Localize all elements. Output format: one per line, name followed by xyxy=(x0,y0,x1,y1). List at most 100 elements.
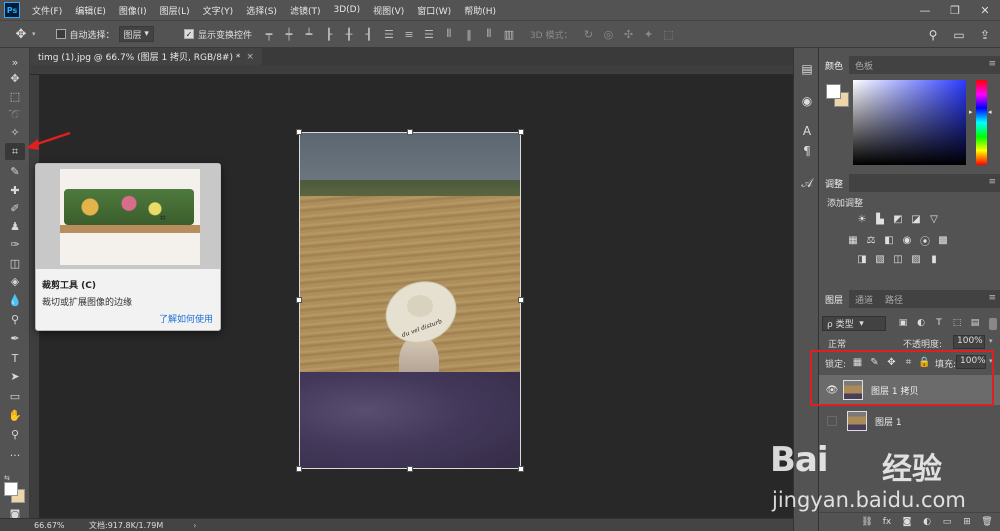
zoom-tool-icon[interactable]: ⚲ xyxy=(5,426,25,443)
workspace-icon[interactable]: ▭ xyxy=(950,26,968,44)
tab-layers[interactable]: 图层 xyxy=(819,290,850,308)
selective-color-icon[interactable]: ▨ xyxy=(909,252,923,266)
align-right-icon[interactable]: ┨ xyxy=(362,27,376,41)
hand-tool-icon[interactable]: ✋ xyxy=(5,407,25,424)
chevron-down-icon[interactable]: ▾ xyxy=(32,30,36,38)
rectangle-tool-icon[interactable]: ▭ xyxy=(5,388,25,405)
lock-artboard-icon[interactable]: ⌗ xyxy=(902,356,915,369)
align-top-icon[interactable]: ┯ xyxy=(262,27,276,41)
tab-swatches[interactable]: 色板 xyxy=(849,56,879,74)
transform-handle[interactable] xyxy=(518,129,524,135)
distribute-right-icon[interactable]: ⦀ xyxy=(482,27,496,41)
opacity-input[interactable]: 100% xyxy=(953,335,985,349)
chevron-down-icon[interactable]: ▾ xyxy=(989,357,993,365)
auto-select-dropdown[interactable]: 图层 ▾ xyxy=(118,26,154,42)
menu-window[interactable]: 窗口(W) xyxy=(417,4,451,17)
exposure-icon[interactable]: ◪ xyxy=(909,212,923,226)
clone-stamp-tool-icon[interactable]: ♟ xyxy=(5,218,25,235)
filter-adjustment-icon[interactable]: ◐ xyxy=(915,317,927,329)
paint-bucket-tool-icon[interactable]: ◈ xyxy=(5,273,25,290)
transform-handle[interactable] xyxy=(296,129,302,135)
distribute-left-icon[interactable]: ⦀ xyxy=(442,27,456,41)
3d-slide-icon[interactable]: ✦ xyxy=(640,26,656,42)
character-panel-icon[interactable]: A xyxy=(798,122,816,140)
color-picker-field[interactable] xyxy=(853,80,966,165)
menu-select[interactable]: 选择(S) xyxy=(246,4,277,17)
add-mask-icon[interactable]: ◙ xyxy=(900,515,914,529)
close-tab-icon[interactable]: × xyxy=(246,52,254,62)
delete-layer-icon[interactable]: 🗑 xyxy=(980,515,994,529)
color-lookup-icon[interactable]: ▩ xyxy=(936,233,950,247)
black-white-icon[interactable]: ◧ xyxy=(882,233,896,247)
align-vcenter-icon[interactable]: ┿ xyxy=(282,27,296,41)
transform-handle[interactable] xyxy=(296,297,302,303)
blend-mode-dropdown[interactable]: 正常 xyxy=(822,336,892,350)
tab-color[interactable]: 颜色 xyxy=(819,56,850,74)
align-left-icon[interactable]: ┠ xyxy=(322,27,336,41)
foreground-color-swatch[interactable] xyxy=(4,482,18,496)
magic-wand-tool-icon[interactable]: ✧ xyxy=(5,124,25,141)
transform-handle[interactable] xyxy=(518,297,524,303)
align-bottom-icon[interactable]: ┷ xyxy=(302,27,316,41)
lasso-tool-icon[interactable]: ➰ xyxy=(5,106,25,123)
filter-toggle[interactable] xyxy=(989,318,997,330)
color-balance-icon[interactable]: ⚖ xyxy=(864,233,878,247)
status-menu-icon[interactable]: › xyxy=(193,521,196,530)
gradient-map-icon[interactable]: ▮ xyxy=(927,252,941,266)
filter-smart-object-icon[interactable]: ▤ xyxy=(969,317,981,329)
lock-position-icon[interactable]: ✥ xyxy=(885,356,898,369)
crop-tool-icon[interactable]: ⌗ xyxy=(5,143,25,160)
layer-row-selected[interactable]: 👁 图层 1 拷贝 xyxy=(819,375,1000,405)
pen-tool-icon[interactable]: ✒ xyxy=(5,330,25,347)
history-brush-tool-icon[interactable]: ✑ xyxy=(5,236,25,253)
layer-row[interactable]: 图层 1 xyxy=(819,406,1000,436)
transform-handle[interactable] xyxy=(518,466,524,472)
tools-collapse-icon[interactable]: » xyxy=(5,54,25,71)
brush-tool-icon[interactable]: ✐ xyxy=(5,200,25,217)
link-layers-icon[interactable]: ⛓ xyxy=(860,515,874,529)
default-colors-icon[interactable]: ⇆ xyxy=(4,474,10,482)
align-hcenter-icon[interactable]: ╂ xyxy=(342,27,356,41)
curves-icon[interactable]: ◩ xyxy=(891,212,905,226)
levels-icon[interactable]: ▙ xyxy=(873,212,887,226)
menu-file[interactable]: 文件(F) xyxy=(32,4,62,17)
layer-name[interactable]: 图层 1 拷贝 xyxy=(871,384,918,397)
share-icon[interactable]: ⇪ xyxy=(976,26,994,44)
eyedropper-tool-icon[interactable]: ✎ xyxy=(5,163,25,180)
eraser-tool-icon[interactable]: ◫ xyxy=(5,255,25,272)
filter-type-icon[interactable]: T xyxy=(933,317,945,329)
menu-3d[interactable]: 3D(D) xyxy=(333,5,360,15)
distribute-bottom-icon[interactable]: ☰ xyxy=(422,27,436,41)
lock-all-icon[interactable]: 🔒 xyxy=(918,356,931,369)
new-adjustment-icon[interactable]: ◐ xyxy=(920,515,934,529)
transform-handle[interactable] xyxy=(296,466,302,472)
lock-transparent-icon[interactable]: ▦ xyxy=(851,356,864,369)
fill-input[interactable]: 100% xyxy=(956,355,986,369)
3d-drag-icon[interactable]: ✣ xyxy=(620,26,636,42)
layer-filter-dropdown[interactable]: ρ 类型 ▾ xyxy=(822,316,886,331)
distribute-top-icon[interactable]: ☰ xyxy=(382,27,396,41)
lock-pixels-icon[interactable]: ✎ xyxy=(868,356,881,369)
menu-filter[interactable]: 滤镜(T) xyxy=(290,4,321,17)
zoom-level[interactable]: 66.67% xyxy=(34,521,89,530)
new-layer-icon[interactable]: ⊞ xyxy=(960,515,974,529)
new-group-icon[interactable]: ▭ xyxy=(940,515,954,529)
menu-view[interactable]: 视图(V) xyxy=(373,4,404,17)
layer-name[interactable]: 图层 1 xyxy=(875,415,902,428)
panel-menu-icon[interactable]: ≡ xyxy=(988,293,996,303)
channel-mixer-icon[interactable]: ⦿ xyxy=(918,233,932,248)
transform-handle[interactable] xyxy=(407,129,413,135)
visibility-toggle[interactable] xyxy=(827,416,837,426)
move-tool-icon[interactable]: ✥ xyxy=(12,25,30,43)
auto-align-icon[interactable]: ▥ xyxy=(502,27,516,41)
foreground-color-swatch[interactable] xyxy=(826,84,841,99)
paragraph-panel-icon[interactable]: ¶ xyxy=(798,142,816,160)
hue-saturation-icon[interactable]: ▦ xyxy=(846,233,860,247)
hue-slider[interactable] xyxy=(976,80,987,165)
layer-style-icon[interactable]: fx xyxy=(880,515,894,529)
properties-panel-icon[interactable]: ◉ xyxy=(798,92,816,110)
filter-shape-icon[interactable]: ⬚ xyxy=(951,317,963,329)
show-transform-checkbox[interactable]: ✓ xyxy=(183,29,194,39)
document-image[interactable]: du vel disturb xyxy=(299,132,521,469)
3d-orbit-icon[interactable]: ↻ xyxy=(580,26,596,42)
